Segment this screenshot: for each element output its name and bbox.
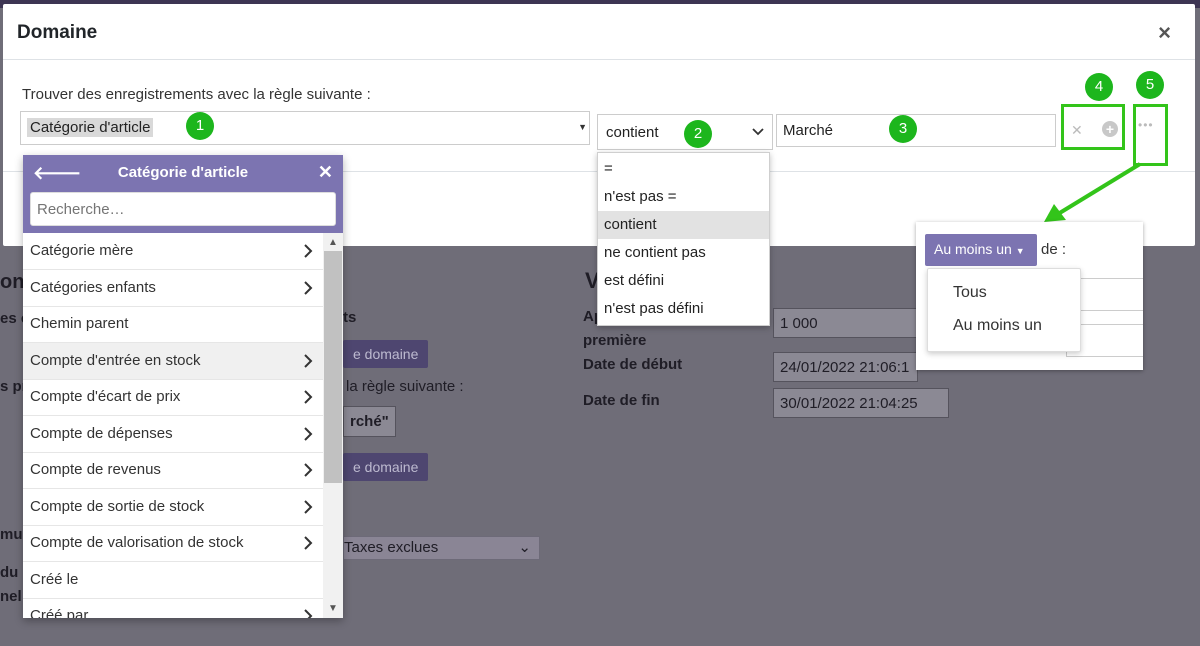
field-list-item-label: Compte de revenus: [30, 461, 161, 478]
chevron-down-icon: ⌄: [518, 539, 531, 556]
bg-marche-tag: rché": [343, 406, 396, 437]
quantifier-label: Au moins un: [934, 241, 1012, 257]
chevron-right-icon: [304, 353, 313, 368]
modal-header: Domaine ×: [3, 4, 1195, 60]
caret-down-icon: ▼: [578, 122, 587, 132]
chevron-right-icon: [304, 536, 313, 550]
chevron-right-icon: [304, 244, 313, 258]
scrollbar-thumb[interactable]: [324, 251, 342, 483]
field-list-item-label: Créé par: [30, 607, 89, 618]
field-list-item-label: Compte d'écart de prix: [30, 388, 181, 405]
value-input-text: Marché: [783, 122, 834, 139]
bg-label: première: [583, 332, 647, 349]
callout-inset: Au moins un ▼ de : Tous Au moins un: [916, 222, 1143, 370]
caret-down-icon: ▼: [1015, 246, 1025, 256]
field-list-item[interactable]: Compte d'écart de prix: [23, 379, 323, 416]
highlight-box: [1133, 104, 1168, 166]
bg-left-fragment: mu: [0, 526, 23, 543]
field-list-item-label: Compte de valorisation de stock: [30, 534, 244, 551]
bg-tax-select-value: Taxes exclues: [344, 539, 439, 556]
field-list-item-label: Compte de sortie de stock: [30, 497, 205, 515]
field-selector-title: Catégorie d'article: [117, 164, 249, 181]
field-list-item[interactable]: Compte de valorisation de stock: [23, 525, 323, 562]
modal-title: Domaine: [17, 22, 98, 43]
operator-option[interactable]: n'est pas défini: [598, 295, 769, 323]
bg-left-fragment: on: [0, 271, 25, 293]
operator-option[interactable]: n'est pas =: [598, 183, 769, 211]
field-selector-header: 🡐 Catégorie d'article ✕: [23, 155, 343, 233]
field-list-item[interactable]: Compte de dépenses: [23, 416, 323, 453]
bg-label: ts: [343, 309, 357, 326]
chevron-right-icon: [304, 463, 313, 477]
bg-domain-button: e domaine: [343, 453, 429, 481]
field-list-item[interactable]: Catégories enfants: [23, 270, 323, 307]
step-badge-2: 2: [684, 120, 712, 148]
field-list-item[interactable]: Créé le: [23, 562, 323, 599]
chevron-right-icon: [304, 280, 313, 295]
bg-domain-button: e domaine: [343, 340, 429, 368]
bg-date-start: 24/01/2022 21:06:1: [773, 352, 918, 382]
field-list-item[interactable]: Compte de revenus: [23, 452, 323, 489]
bg-rule-label: la règle suivante :: [346, 378, 464, 395]
rule-label: Trouver des enregistrements avec la règl…: [22, 86, 371, 103]
field-list-item[interactable]: Catégorie mère: [23, 233, 323, 270]
field-list-item[interactable]: Compte d'entrée en stock: [23, 342, 323, 380]
scrollbar[interactable]: ▲ ▼: [323, 233, 343, 618]
field-list-item-label: Catégories enfants: [30, 278, 156, 296]
field-path-value: Catégorie d'article: [27, 118, 154, 137]
callout-arrow-icon: [1044, 162, 1142, 222]
operator-value: contient: [606, 124, 659, 141]
close-icon[interactable]: ×: [1158, 20, 1171, 46]
close-icon[interactable]: ✕: [318, 162, 333, 183]
operator-option[interactable]: est défini: [598, 267, 769, 295]
chevron-right-icon: [304, 426, 313, 441]
scroll-up-icon[interactable]: ▲: [328, 237, 338, 248]
operator-option[interactable]: ne contient pas: [598, 239, 769, 267]
chevron-right-icon: [304, 609, 313, 618]
chevron-down-icon: [752, 128, 764, 136]
field-list: Catégorie mère Catégories enfants Chemin p…: [23, 233, 323, 618]
bg-date-end: 30/01/2022 21:04:25: [773, 388, 949, 418]
operator-option-selected[interactable]: contient: [598, 211, 769, 239]
quantifier-option[interactable]: Tous: [953, 284, 987, 302]
bg-tax-select: Taxes exclues ⌄: [343, 536, 540, 560]
bg-label: Date de début: [583, 356, 683, 373]
step-badge-3: 3: [889, 115, 917, 143]
field-list-item[interactable]: Créé par: [23, 598, 323, 618]
scroll-down-icon[interactable]: ▼: [328, 603, 338, 614]
quantifier-menu: Tous Au moins un: [927, 268, 1081, 352]
field-list-item-label: Compte de dépenses: [30, 424, 173, 442]
bg-quantity: 1 000: [773, 308, 918, 338]
field-search-input[interactable]: [30, 192, 336, 226]
field-list-item-label: Catégorie mère: [30, 242, 134, 259]
step-badge-4: 4: [1085, 73, 1113, 101]
field-list-item[interactable]: Chemin parent: [23, 306, 323, 343]
callout-suffix: de :: [1041, 241, 1067, 258]
step-badge-5: 5: [1136, 71, 1164, 99]
quantifier-option[interactable]: Au moins un: [953, 317, 1042, 335]
field-selector-popover: 🡐 Catégorie d'article ✕ Catégorie mèreCa…: [23, 155, 343, 618]
chevron-right-icon: [304, 499, 313, 514]
field-list-item-label: Créé le: [30, 570, 79, 588]
quantifier-dropdown-button[interactable]: Au moins un ▼: [925, 234, 1037, 266]
bg-left-fragment: nel: [0, 588, 22, 605]
bg-label: Date de fin: [583, 392, 660, 409]
field-list-item-label: Chemin parent: [30, 315, 129, 332]
operator-dropdown: = n'est pas = contient ne contient pas e…: [597, 152, 770, 326]
operator-option[interactable]: =: [598, 155, 769, 183]
step-badge-1: 1: [186, 112, 214, 140]
highlight-box: [1061, 104, 1125, 150]
field-list-item[interactable]: Compte de sortie de stock: [23, 489, 323, 526]
field-list-item-label: Compte d'entrée en stock: [30, 351, 201, 369]
chevron-right-icon: [304, 390, 313, 404]
field-path-selector[interactable]: Catégorie d'article ▼: [20, 111, 590, 145]
